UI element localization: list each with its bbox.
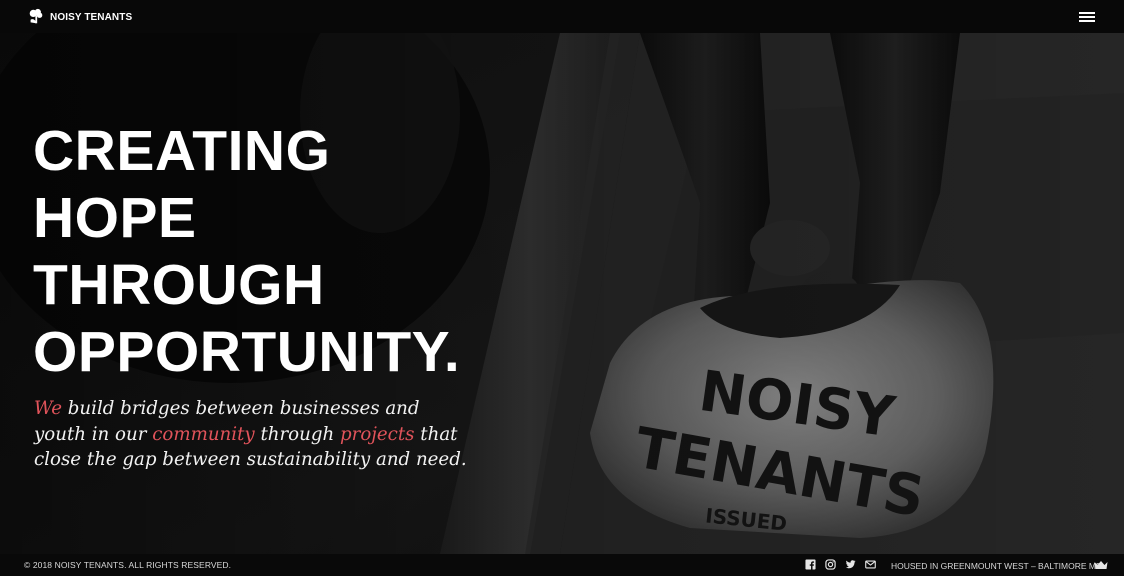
footer-bar: © 2018 NOISY TENANTS. ALL RIGHTS RESERVE… [0,554,1124,576]
twitter-icon[interactable] [845,559,856,570]
copyright-text: © 2018 NOISY TENANTS. ALL RIGHTS RESERVE… [24,560,232,570]
page: NOISY TENANTS CREATING HOPE THROUGH OPPO… [0,0,1124,576]
headline-line: HOPE [33,186,197,250]
crown-icon [1094,561,1108,569]
social-links [805,559,876,570]
headline-line: CREATING [33,119,331,183]
headline-line: THROUGH [33,253,325,317]
tagline-accent-projects: projects [339,423,415,445]
instagram-icon[interactable] [825,559,836,570]
top-nav-bar: NOISY TENANTS [0,0,1124,33]
facebook-icon[interactable] [805,559,816,570]
headline-line: OPPORTUNITY. [33,320,461,384]
hero-headline: CREATING HOPE THROUGH OPPORTUNITY. [33,118,460,386]
tree-hand-logo-icon [29,8,43,24]
tagline-accent-we: We [34,398,62,419]
hamburger-menu-icon[interactable] [1079,12,1097,24]
tagline-accent-community: community [152,423,255,445]
tagline-text: through [254,423,340,445]
home-logo-link[interactable]: NOISY TENANTS [27,8,132,26]
location-text: HOUSED IN GREENMOUNT WEST – BALTIMORE MD [891,561,1103,571]
email-icon[interactable] [865,559,876,570]
hero-tagline: We build bridges between businesses and … [34,396,474,473]
brand-name: NOISY TENANTS [50,11,133,23]
